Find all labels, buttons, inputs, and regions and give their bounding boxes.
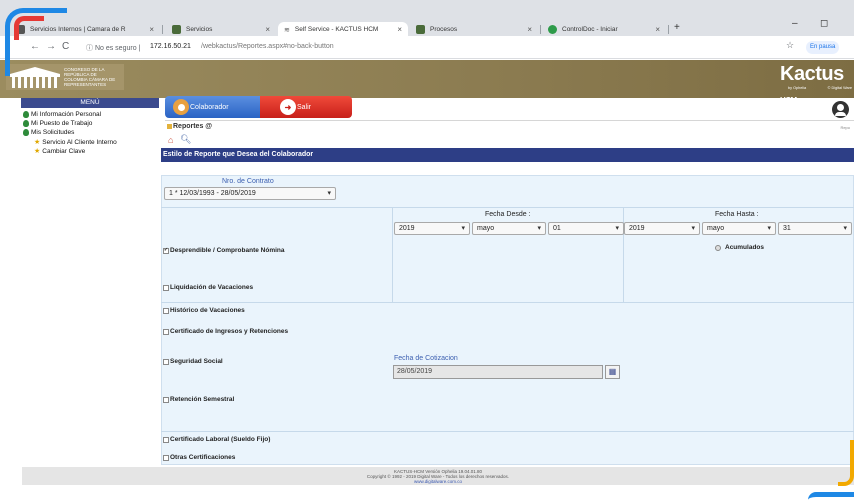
- menu-item-informacion-personal[interactable]: Mi Información Personal: [23, 111, 101, 118]
- tab-label: Servicios: [186, 26, 213, 33]
- footer: KACTUS-HCM Versión Ophelia 19.04.01.80 C…: [22, 467, 854, 485]
- folder-icon: [167, 124, 172, 129]
- bookmark-star-icon[interactable]: ☆: [786, 40, 794, 51]
- section-header: Estilo de Reporte que Desea del Colabora…: [161, 148, 854, 162]
- new-tab-button[interactable]: +: [674, 22, 680, 33]
- congress-logo-text: CONGRESO DE LA REPÚBLICA DE COLOMBIA CÁM…: [64, 67, 116, 87]
- hasta-month-select[interactable]: mayo: [702, 222, 776, 235]
- menu-item-servicio-cliente[interactable]: ★ Servicio Al Cliente Interno: [34, 138, 117, 147]
- calendar-icon[interactable]: ▦: [605, 365, 620, 379]
- frame-corner-decoration: [14, 16, 44, 40]
- footer-link[interactable]: www.digitalware.com.co: [414, 479, 462, 484]
- address-bar-host[interactable]: 172.16.50.21: [150, 43, 191, 50]
- close-icon[interactable]: ×: [527, 25, 532, 34]
- home-icon[interactable]: ⌂: [168, 135, 173, 145]
- desprendible-checkbox[interactable]: ✓ Desprendible / Comprobante Nómina: [163, 247, 285, 254]
- contrato-select[interactable]: 1 * 12/03/1993 - 28/05/2019: [164, 187, 336, 200]
- browser-tab-strip: Servicios Internos | Camara de R × Servi…: [0, 0, 854, 37]
- frame-corner-decoration: [838, 440, 854, 486]
- retencion-semestral-checkbox[interactable]: Retención Semestral: [163, 396, 234, 403]
- star-icon: ★: [34, 148, 41, 155]
- person-icon: [23, 129, 29, 136]
- menu-item-puesto-trabajo[interactable]: Mi Puesto de Trabajo: [23, 120, 92, 127]
- star-icon: ★: [34, 139, 41, 146]
- colaborador-button[interactable]: Colaborador: [165, 96, 260, 118]
- security-indicator[interactable]: ⓘ No es seguro |: [86, 43, 140, 53]
- otras-certificaciones-checkbox[interactable]: Otras Certificaciones: [163, 454, 235, 461]
- tab-procesos[interactable]: Procesos ×: [410, 22, 538, 37]
- certificado-ingresos-checkbox[interactable]: Certificado de Ingresos y Retenciones: [163, 328, 288, 335]
- address-bar-path[interactable]: /webkactus/Reportes.aspx#no-back-button: [201, 43, 334, 50]
- close-icon[interactable]: ×: [149, 25, 154, 34]
- certificado-laboral-checkbox[interactable]: Certificado Laboral (Sueldo Fijo): [163, 436, 270, 443]
- site-favicon-icon: [548, 25, 557, 34]
- app-header-banner: CONGRESO DE LA REPÚBLICA DE COLOMBIA CÁM…: [0, 60, 854, 105]
- fecha-cotizacion-label: Fecha de Cotizacion: [394, 355, 458, 362]
- site-favicon-icon: [172, 25, 181, 34]
- fecha-hasta-label: Fecha Hasta :: [715, 211, 759, 218]
- browser-toolbar: ← → C ⓘ No es seguro | 172.16.50.21 /web…: [0, 37, 854, 88]
- tab-label: Procesos: [430, 26, 458, 33]
- tab-controldoc[interactable]: ControlDoc - Iniciar ×: [542, 22, 666, 37]
- hasta-year-select[interactable]: 2019: [624, 222, 700, 235]
- menu-item-mis-solicitudes[interactable]: Mis Solicitudes: [23, 129, 74, 136]
- user-profile-icon[interactable]: [832, 101, 849, 118]
- search-icon[interactable]: 🔍︎: [180, 134, 191, 145]
- user-avatar-icon: [173, 99, 189, 115]
- fecha-desde-label: Fecha Desde :: [485, 211, 531, 218]
- person-icon: [23, 111, 29, 118]
- site-favicon-icon: [416, 25, 425, 34]
- tab-self-service[interactable]: ≋ Self Service - KACTUS HCM ×: [278, 22, 408, 37]
- salir-button[interactable]: ➜ Salir: [260, 96, 352, 118]
- menu-item-cambiar-clave[interactable]: ★ Cambiar Clave: [34, 147, 85, 156]
- wifi-favicon-icon: ≋: [284, 26, 290, 34]
- liquidacion-vacaciones-checkbox[interactable]: Liquidación de Vacaciones: [163, 284, 253, 291]
- frame-corner-decoration: [808, 492, 854, 500]
- exit-icon: ➜: [280, 99, 296, 115]
- hasta-day-select[interactable]: 31: [778, 222, 852, 235]
- desde-month-select[interactable]: mayo: [472, 222, 546, 235]
- desde-year-select[interactable]: 2019: [394, 222, 470, 235]
- close-icon[interactable]: ×: [655, 25, 660, 34]
- info-icon: ⓘ: [86, 45, 95, 52]
- sync-paused-button[interactable]: En pausa: [806, 41, 840, 54]
- fecha-cotizacion-input[interactable]: 28/05/2019: [393, 365, 603, 379]
- maximize-icon[interactable]: ◻: [820, 18, 828, 29]
- tab-servicios[interactable]: Servicios ×: [166, 22, 276, 37]
- contrato-label: Nro. de Contrato: [222, 178, 274, 185]
- close-icon[interactable]: ×: [397, 25, 402, 34]
- reportes-panel: Reportes @ ⌂ 🔍︎ Repo: [165, 120, 854, 148]
- person-icon: [23, 120, 29, 127]
- tab-label: Self Service - KACTUS HCM: [294, 26, 379, 33]
- menu-title: MENÚ: [21, 98, 159, 108]
- checkmark-icon: ✓: [163, 247, 169, 254]
- tab-label: ControlDoc - Iniciar: [562, 26, 618, 33]
- report-form: [161, 175, 854, 465]
- seguridad-social-checkbox[interactable]: Seguridad Social: [163, 358, 223, 365]
- desde-day-select[interactable]: 01: [548, 222, 624, 235]
- reportes-right-text: Repo: [840, 125, 850, 130]
- historico-vacaciones-checkbox[interactable]: Histórico de Vacaciones: [163, 307, 245, 314]
- minimize-icon[interactable]: –: [792, 18, 798, 29]
- close-icon[interactable]: ×: [265, 25, 270, 34]
- kactus-logo-sub: by Ophelia © Digital Ware: [788, 86, 852, 90]
- reportes-title: Reportes @: [173, 123, 213, 130]
- acumulados-radio[interactable]: Acumulados: [715, 244, 764, 251]
